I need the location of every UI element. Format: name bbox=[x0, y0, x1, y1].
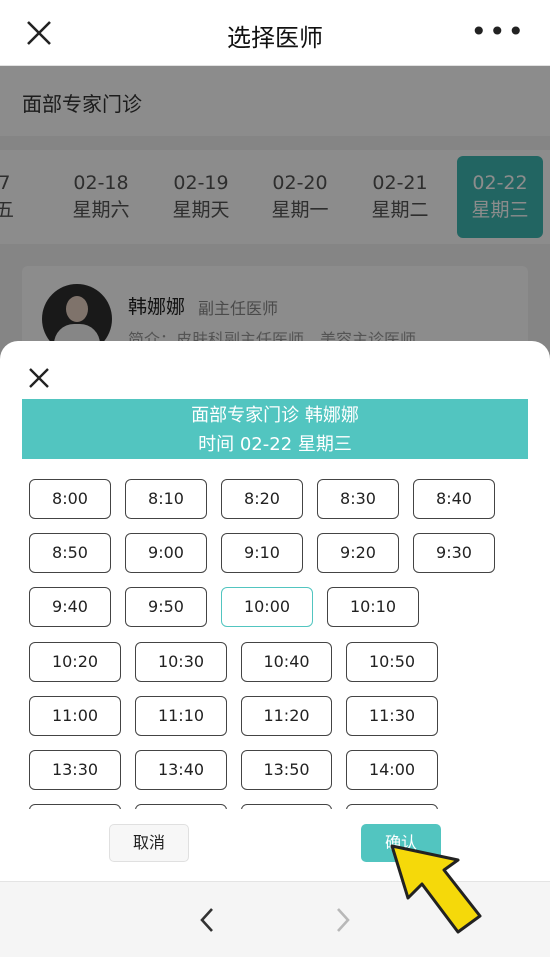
appointment-banner: 面部专家门诊 韩娜娜 时间 02-22 星期三 bbox=[22, 399, 528, 459]
time-slot[interactable] bbox=[241, 804, 332, 809]
time-slot[interactable]: 14:00 bbox=[346, 750, 438, 790]
time-slot[interactable]: 10:30 bbox=[135, 642, 227, 682]
time-slot[interactable]: 9:10 bbox=[221, 533, 303, 573]
time-slot-selected[interactable]: 10:00 bbox=[221, 587, 313, 627]
close-icon[interactable] bbox=[26, 365, 52, 391]
time-slot[interactable]: 9:30 bbox=[413, 533, 495, 573]
time-slot[interactable]: 13:50 bbox=[241, 750, 332, 790]
time-slot[interactable]: 11:10 bbox=[135, 696, 227, 736]
page-title: 选择医师 bbox=[227, 24, 323, 52]
time-slot[interactable]: 9:50 bbox=[125, 587, 207, 627]
time-slot[interactable]: 10:40 bbox=[241, 642, 332, 682]
time-slot[interactable]: 11:20 bbox=[241, 696, 332, 736]
time-slot[interactable]: 10:50 bbox=[346, 642, 438, 682]
time-slot[interactable]: 8:10 bbox=[125, 479, 207, 519]
time-slot[interactable]: 13:30 bbox=[29, 750, 121, 790]
pointer-arrow-icon bbox=[390, 844, 482, 934]
time-slot[interactable]: 9:20 bbox=[317, 533, 399, 573]
time-slot[interactable]: 10:10 bbox=[327, 587, 419, 627]
time-slot[interactable] bbox=[135, 804, 227, 809]
time-slot[interactable]: 11:00 bbox=[29, 696, 121, 736]
time-slot[interactable]: 8:40 bbox=[413, 479, 495, 519]
banner-clinic-doctor: 面部专家门诊 韩娜娜 bbox=[191, 405, 359, 426]
top-bar: 选择医师 ••• bbox=[0, 0, 550, 66]
time-slot[interactable]: 13:40 bbox=[135, 750, 227, 790]
time-slot[interactable]: 8:30 bbox=[317, 479, 399, 519]
time-picker-modal: 面部专家门诊 韩娜娜 时间 02-22 星期三 8:00 8:10 8:20 8… bbox=[0, 341, 550, 881]
time-slot[interactable]: 10:20 bbox=[29, 642, 121, 682]
time-slot[interactable]: 8:50 bbox=[29, 533, 111, 573]
time-slot[interactable]: 8:20 bbox=[221, 479, 303, 519]
forward-arrow-icon[interactable] bbox=[330, 906, 354, 934]
time-slot[interactable]: 9:00 bbox=[125, 533, 207, 573]
time-slot[interactable] bbox=[29, 804, 121, 809]
time-slot[interactable]: 8:00 bbox=[29, 479, 111, 519]
time-slot[interactable] bbox=[346, 804, 438, 809]
time-slot[interactable]: 9:40 bbox=[29, 587, 111, 627]
back-arrow-icon[interactable] bbox=[196, 906, 220, 934]
time-slot[interactable]: 11:30 bbox=[346, 696, 438, 736]
cancel-button[interactable]: 取消 bbox=[109, 824, 189, 862]
banner-date: 时间 02-22 星期三 bbox=[198, 434, 352, 455]
more-icon[interactable]: ••• bbox=[470, 18, 526, 46]
time-slot-grid: 8:00 8:10 8:20 8:30 8:40 8:50 9:00 9:10 … bbox=[0, 469, 550, 809]
